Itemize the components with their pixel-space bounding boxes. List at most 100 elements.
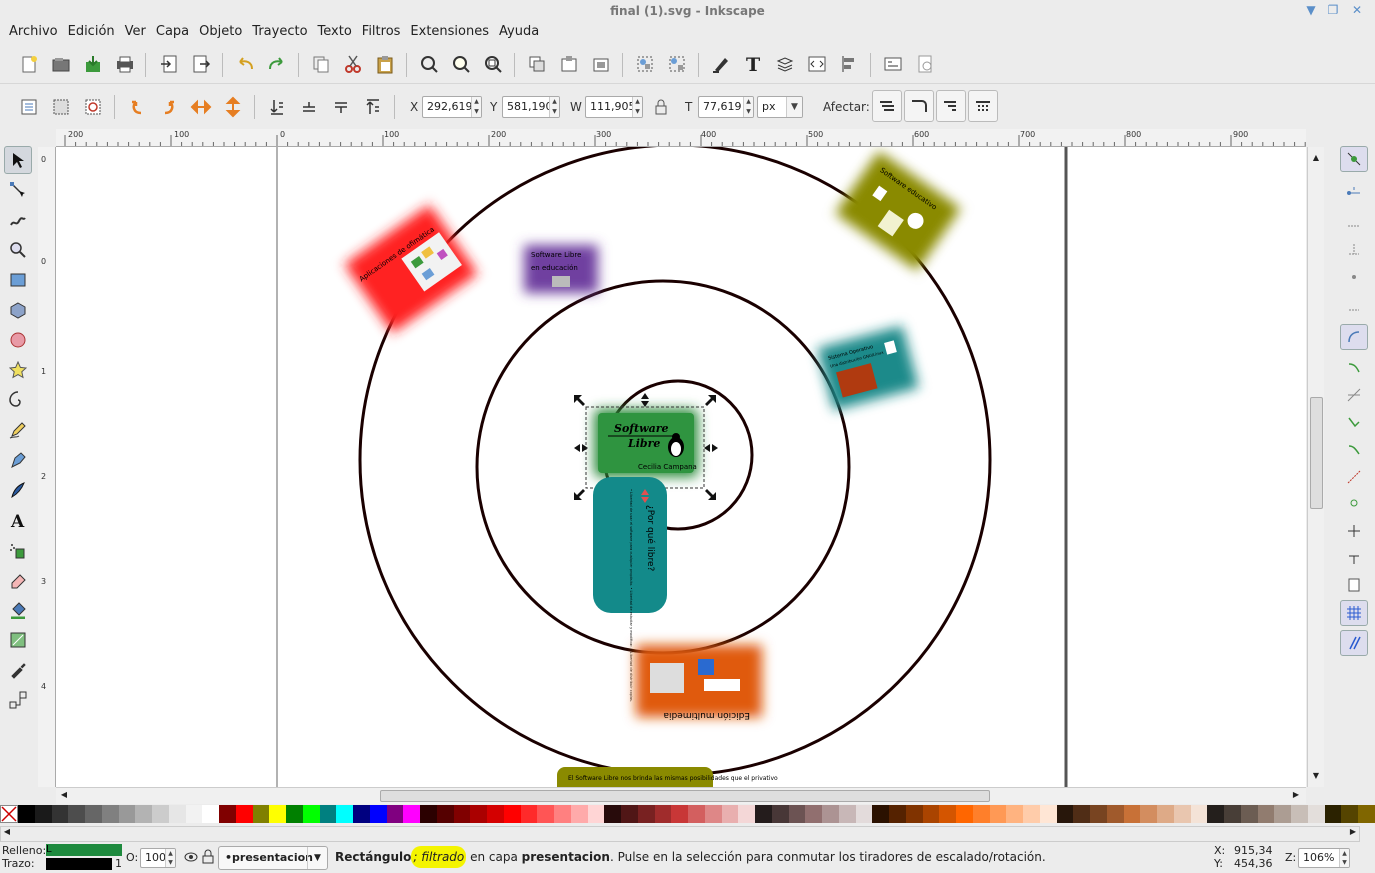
- color-swatch[interactable]: [34, 805, 52, 823]
- color-swatch[interactable]: [470, 805, 487, 823]
- color-swatch[interactable]: [487, 805, 504, 823]
- color-swatch[interactable]: [1140, 805, 1157, 823]
- fill-swatch[interactable]: L: [46, 844, 122, 856]
- menu-objeto[interactable]: Objeto: [194, 22, 247, 42]
- document-properties-icon[interactable]: [912, 51, 938, 77]
- color-swatch[interactable]: [353, 805, 370, 823]
- menu-ayuda[interactable]: Ayuda: [494, 22, 544, 42]
- 3d-box-tool-icon[interactable]: [4, 296, 32, 324]
- color-swatch[interactable]: [252, 805, 270, 823]
- paste-icon[interactable]: [372, 51, 398, 77]
- color-swatch[interactable]: [1039, 805, 1057, 823]
- align-distribute-icon[interactable]: [836, 51, 862, 77]
- color-swatch[interactable]: [369, 805, 387, 823]
- color-swatch[interactable]: [51, 805, 69, 823]
- color-swatch[interactable]: [704, 805, 722, 823]
- color-swatch[interactable]: [822, 805, 839, 823]
- color-swatch[interactable]: [168, 805, 186, 823]
- menu-capa[interactable]: Capa: [151, 22, 194, 42]
- color-swatch[interactable]: [788, 805, 806, 823]
- color-swatch[interactable]: [118, 805, 136, 823]
- star-tool-icon[interactable]: [4, 356, 32, 384]
- deselect-icon[interactable]: [80, 94, 106, 120]
- color-swatch[interactable]: [738, 805, 755, 823]
- scale-corners-button[interactable]: [904, 90, 934, 122]
- zoom-selection-icon[interactable]: [416, 51, 442, 77]
- color-swatch[interactable]: [68, 805, 85, 823]
- spray-tool-icon[interactable]: [4, 536, 32, 564]
- color-swatch[interactable]: [654, 805, 672, 823]
- raise-icon[interactable]: [328, 94, 354, 120]
- layers-icon[interactable]: [772, 51, 798, 77]
- menu-filtros[interactable]: Filtros: [357, 22, 406, 42]
- color-swatch[interactable]: [503, 805, 521, 823]
- zoom-page-icon[interactable]: [480, 51, 506, 77]
- gradient-tool-icon[interactable]: [4, 626, 32, 654]
- color-swatch[interactable]: [889, 805, 906, 823]
- unit-select[interactable]: px ▼: [757, 96, 803, 118]
- color-swatch[interactable]: [403, 805, 420, 823]
- menu-texto[interactable]: Texto: [313, 22, 357, 42]
- close-icon[interactable]: ✕: [1350, 2, 1364, 18]
- color-swatch[interactable]: [621, 805, 638, 823]
- snap-enable-icon[interactable]: [1340, 146, 1368, 172]
- color-swatch[interactable]: [336, 805, 353, 823]
- cut-icon[interactable]: [340, 51, 366, 77]
- snap-bbox-corner-icon[interactable]: [1340, 236, 1368, 262]
- vertical-scroll-thumb[interactable]: [1310, 397, 1323, 509]
- color-swatch[interactable]: [101, 805, 119, 823]
- export-icon[interactable]: [188, 51, 214, 77]
- color-swatch[interactable]: [721, 805, 739, 823]
- color-swatch[interactable]: [319, 805, 337, 823]
- color-swatch[interactable]: [1240, 805, 1258, 823]
- color-swatch[interactable]: [1157, 805, 1174, 823]
- fill-stroke-icon[interactable]: [708, 51, 734, 77]
- snap-rotation-center-icon[interactable]: [1340, 518, 1368, 544]
- color-swatch[interactable]: [838, 805, 856, 823]
- color-swatch[interactable]: [570, 805, 588, 823]
- opacity-input[interactable]: 100 ▲ ▼: [140, 848, 176, 868]
- color-swatch[interactable]: [152, 805, 169, 823]
- color-swatch[interactable]: [1073, 805, 1090, 823]
- color-swatch[interactable]: [1257, 805, 1275, 823]
- duplicate-icon[interactable]: [308, 51, 334, 77]
- color-swatch[interactable]: [1358, 805, 1375, 823]
- color-swatch[interactable]: [956, 805, 973, 823]
- color-swatch[interactable]: [453, 805, 471, 823]
- snap-smooth-icon[interactable]: [1340, 436, 1368, 462]
- rotate-ccw-icon[interactable]: [124, 94, 150, 120]
- lock-proportions-icon[interactable]: [648, 94, 674, 120]
- import-icon[interactable]: [156, 51, 182, 77]
- rotate-cw-icon[interactable]: [156, 94, 182, 120]
- palette-scrollbar[interactable]: ◀ ▶: [0, 826, 1360, 842]
- layer-lock-icon[interactable]: [201, 849, 215, 868]
- color-swatch[interactable]: [554, 805, 571, 823]
- zoom-tool-icon[interactable]: [4, 236, 32, 264]
- color-swatch[interactable]: [1341, 805, 1358, 823]
- color-swatch[interactable]: [671, 805, 688, 823]
- color-swatch[interactable]: [1006, 805, 1023, 823]
- menu-trayecto[interactable]: Trayecto: [247, 22, 312, 42]
- color-swatch[interactable]: [135, 805, 152, 823]
- color-swatch[interactable]: [1173, 805, 1191, 823]
- color-swatch[interactable]: [1291, 805, 1308, 823]
- snap-object-center-icon[interactable]: [1340, 490, 1368, 516]
- menu-ver[interactable]: Ver: [120, 22, 151, 42]
- color-swatch[interactable]: [905, 805, 923, 823]
- color-swatch[interactable]: [386, 805, 404, 823]
- color-swatch[interactable]: [269, 805, 286, 823]
- eraser-tool-icon[interactable]: [4, 566, 32, 594]
- spiral-tool-icon[interactable]: [4, 386, 32, 414]
- node-tool-icon[interactable]: [4, 176, 32, 204]
- select-all-icon[interactable]: [16, 94, 42, 120]
- color-swatch[interactable]: [420, 805, 437, 823]
- color-swatch[interactable]: [604, 805, 621, 823]
- flip-horizontal-icon[interactable]: [188, 94, 214, 120]
- connector-tool-icon[interactable]: [4, 686, 32, 714]
- color-swatch[interactable]: [872, 805, 889, 823]
- no-paint-swatch[interactable]: [0, 805, 18, 823]
- snap-bbox-edge-icon[interactable]: [1340, 208, 1368, 234]
- color-swatch[interactable]: [637, 805, 655, 823]
- pencil-tool-icon[interactable]: [4, 416, 32, 444]
- undo-icon[interactable]: [232, 51, 258, 77]
